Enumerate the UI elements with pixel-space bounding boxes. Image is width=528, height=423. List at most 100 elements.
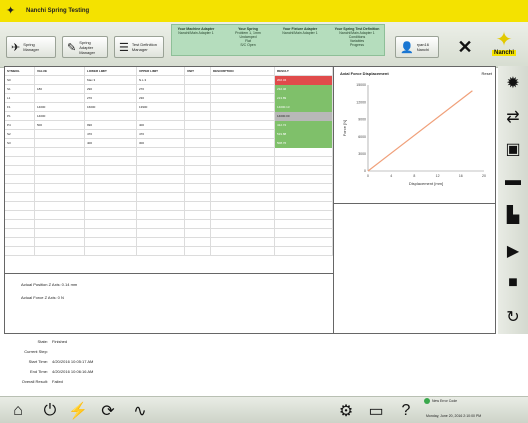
table-cell-empty <box>137 202 185 211</box>
cell-lower-limit: 470 <box>85 130 137 139</box>
status-panel: State: Finished Current Step: Start Time… <box>0 336 528 398</box>
table-cell-empty <box>5 238 35 247</box>
table-cell-empty <box>85 193 137 202</box>
cell-upper-limit: 230 <box>137 94 185 103</box>
power-button[interactable]: ⏻ <box>38 400 62 422</box>
table-row[interactable]: P1 14000 14000.00 <box>5 112 333 121</box>
spring-manager-label: Spring Manager <box>23 42 40 52</box>
y-axis-label: Force [N] <box>342 120 347 136</box>
table-cell-empty <box>185 193 211 202</box>
table-row[interactable]: P4 500 990 400 412.72 <box>5 121 333 130</box>
cell-result: 412.72 <box>275 121 333 130</box>
col-header-lower-limit: LOWER LIMIT <box>85 67 137 76</box>
table-cell-empty <box>5 193 35 202</box>
table-cell-empty <box>35 220 85 229</box>
table-cell-empty <box>5 184 35 193</box>
table-row[interactable]: S1 180 290 270 232.46 <box>5 85 333 94</box>
plug-button[interactable]: ⚡ <box>66 400 90 422</box>
cell-upper-limit <box>137 112 185 121</box>
x-tick-label: 12 <box>436 174 440 178</box>
table-cell-empty <box>137 157 185 166</box>
brand-name: Nanchi <box>491 50 516 56</box>
cell-symbol: S1 <box>5 85 35 94</box>
table-cell-empty <box>85 166 137 175</box>
table-cell-empty <box>137 184 185 193</box>
list-icon: ☰ <box>119 41 129 54</box>
spring-adapter-manager-button[interactable]: ✎ Spring Adapter Manager <box>62 36 108 58</box>
transfer-button[interactable]: ⇄ <box>502 106 524 128</box>
spring-sub-3: S/C Open <box>240 43 256 47</box>
help-button[interactable]: ? <box>394 400 418 422</box>
horizontal-divider <box>334 203 496 204</box>
cell-description <box>211 94 275 103</box>
table-row-empty <box>5 202 333 211</box>
fixture-button[interactable]: ▬ <box>502 170 524 192</box>
actual-values-panel: Actual Position Z Axis: 0.14 mm Actual F… <box>5 273 333 333</box>
table-cell-empty <box>137 193 185 202</box>
table-cell-empty <box>275 202 333 211</box>
y-tick-label: 12000 <box>356 100 366 104</box>
table-cell-empty <box>185 175 211 184</box>
home-button[interactable]: ⌂ <box>6 400 30 422</box>
display-button[interactable]: ▭ <box>364 400 388 422</box>
reset-button[interactable]: ↻ <box>502 306 524 328</box>
table-cell-empty <box>275 211 333 220</box>
table-cell-empty <box>35 229 85 238</box>
stop-button[interactable]: ■ <box>502 272 524 294</box>
table-row[interactable]: S0 Max 3 N.L.3 202.34 <box>5 76 333 85</box>
machine-adapter-box: Your Machine Adapter Nanchi/Main Adapter… <box>174 25 218 57</box>
status-label: End Time: <box>29 368 48 374</box>
network-icon: ⚙ <box>338 403 354 420</box>
col-header-symbol: SYMBOL <box>5 67 35 76</box>
user-button[interactable]: 👤 ryan16 Nanchi <box>395 36 439 58</box>
sync-button[interactable]: ⟳ <box>96 400 120 422</box>
spring-manager-button[interactable]: ✈ Spring Manager <box>6 36 56 58</box>
table-cell-empty <box>35 184 85 193</box>
clamp-button[interactable]: ▙ <box>502 204 524 226</box>
table-cell-empty <box>35 247 85 256</box>
play-button[interactable]: ▶ <box>502 240 524 262</box>
table-row[interactable]: S3 400 300 508.76 <box>5 139 333 148</box>
cell-unit <box>185 76 211 85</box>
machine-adapter-value: Nanchi/Main Adapter 1 <box>178 31 214 35</box>
error-note[interactable]: New Error Code <box>424 398 457 404</box>
table-cell-empty <box>185 166 211 175</box>
status-label: Start Time: <box>28 358 48 364</box>
table-row[interactable]: L1 270 230 213.89 <box>5 94 333 103</box>
close-icon: ✕ <box>457 36 473 57</box>
table-row-empty <box>5 148 333 157</box>
cell-unit <box>185 121 211 130</box>
cell-description <box>211 76 275 85</box>
table-row[interactable]: S2 470 470 519.88 <box>5 130 333 139</box>
status-value: Failed <box>52 378 63 384</box>
col-header-description: DESCRIPTION <box>211 67 275 76</box>
settings-button[interactable]: ✹ <box>502 72 524 94</box>
cell-lower-limit <box>85 112 137 121</box>
cell-description <box>211 130 275 139</box>
chart-reset-button[interactable]: Reset <box>482 71 492 76</box>
cell-result: 519.88 <box>275 130 333 139</box>
table-row-empty <box>5 157 333 166</box>
status-row-state: State: Finished <box>0 336 528 346</box>
table-cell-empty <box>35 202 85 211</box>
play-icon: ▶ <box>506 243 520 260</box>
table-cell-empty <box>85 211 137 220</box>
cell-result: 14000.00 <box>275 112 333 121</box>
table-row-empty <box>5 238 333 247</box>
save-button[interactable]: ▣ <box>502 138 524 160</box>
cell-unit <box>185 112 211 121</box>
table-cell-empty <box>185 220 211 229</box>
cell-result: 232.46 <box>275 85 333 94</box>
signal-button[interactable]: ∿ <box>128 400 152 422</box>
table-row[interactable]: F1 14000 16000 13900 14000.13 <box>5 103 333 112</box>
x-tick-label: 20 <box>482 174 486 178</box>
network-button[interactable]: ⚙ <box>334 400 358 422</box>
status-label: Overall Result: <box>21 378 48 384</box>
cell-unit <box>185 85 211 94</box>
test-definition-box: Your Spring Test Definition Nanchi/Main … <box>330 25 384 57</box>
table-header-row: SYMBOL VALUE LOWER LIMIT UPPER LIMIT UNI… <box>5 67 333 76</box>
close-button[interactable]: ✕ <box>454 36 476 58</box>
sync-icon: ⟳ <box>101 403 115 420</box>
table-row-empty <box>5 247 333 256</box>
test-definition-manager-button[interactable]: ☰ Test Definition Manager <box>114 36 164 58</box>
